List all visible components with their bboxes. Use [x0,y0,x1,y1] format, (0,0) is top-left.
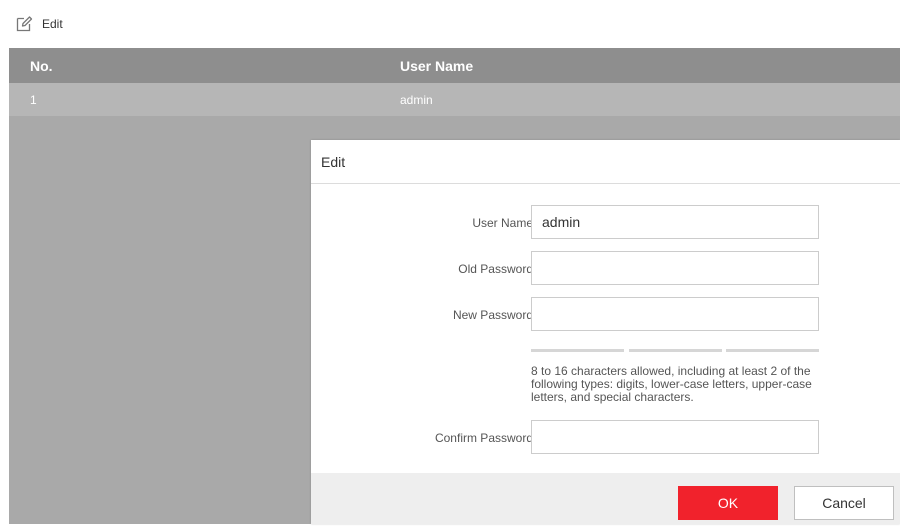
cell-no: 1 [30,92,37,107]
user-name-row: User Name [311,205,900,241]
column-header-no[interactable]: No. [30,48,53,83]
edit-button[interactable]: Edit [15,15,63,33]
column-header-user-name[interactable]: User Name [400,48,473,83]
edit-label: Edit [42,17,63,31]
password-strength-meter [531,349,819,353]
table-header: No. User Name [9,48,900,83]
old-password-label: Old Password [458,262,533,276]
dialog-footer: OK Cancel [311,473,900,524]
edit-dialog: Edit User Name Old Password New Password… [311,140,900,524]
edit-icon [16,16,33,32]
old-password-input[interactable] [531,251,819,285]
strength-bar-strong [726,349,819,352]
dialog-title: Edit [311,140,900,184]
strength-bar-weak [531,349,624,352]
confirm-password-row: Confirm Password [311,420,900,456]
new-password-input[interactable] [531,297,819,331]
strength-bar-medium [628,349,722,352]
new-password-label: New Password [452,308,533,322]
toolbar: Edit [9,0,900,48]
bottom-edge [9,524,900,529]
old-password-row: Old Password [311,251,900,287]
cell-user-name: admin [400,92,433,107]
user-name-label: User Name [472,216,533,230]
password-hint: 8 to 16 characters allowed, including at… [531,364,812,404]
ok-button[interactable]: OK [678,486,778,520]
table-row[interactable]: 1 admin [9,83,900,116]
new-password-row: New Password [311,297,900,333]
confirm-password-label: Confirm Password [434,431,533,445]
confirm-password-input[interactable] [531,420,819,454]
user-name-input[interactable] [531,205,819,239]
cancel-button[interactable]: Cancel [794,486,894,520]
